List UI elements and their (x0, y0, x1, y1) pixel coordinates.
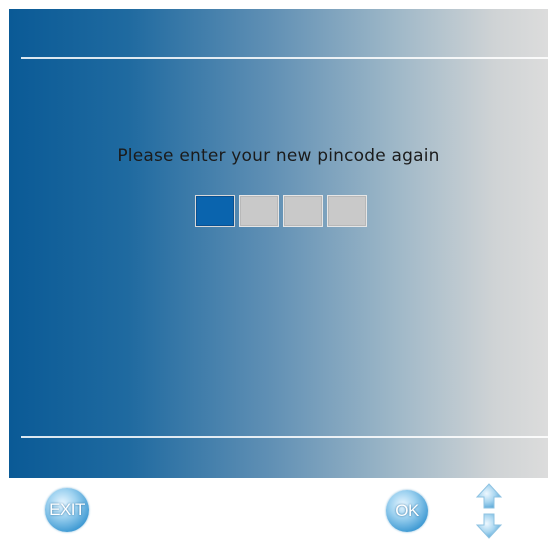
bottom-divider (21, 436, 548, 438)
pin-digit-4[interactable] (327, 195, 367, 227)
arrow-up-icon[interactable] (474, 482, 504, 510)
navigation-arrows (474, 480, 504, 542)
pincode-input[interactable] (195, 195, 367, 227)
pin-digit-3[interactable] (283, 195, 323, 227)
pin-digit-2[interactable] (239, 195, 279, 227)
pin-digit-1[interactable] (195, 195, 235, 227)
arrow-down-icon[interactable] (474, 512, 504, 540)
exit-button[interactable]: EXIT (45, 488, 89, 532)
pincode-prompt: Please enter your new pincode again (117, 146, 440, 166)
pincode-screen: Please enter your new pincode again (9, 9, 548, 478)
ok-button[interactable]: OK (386, 490, 428, 532)
top-divider (21, 57, 548, 59)
